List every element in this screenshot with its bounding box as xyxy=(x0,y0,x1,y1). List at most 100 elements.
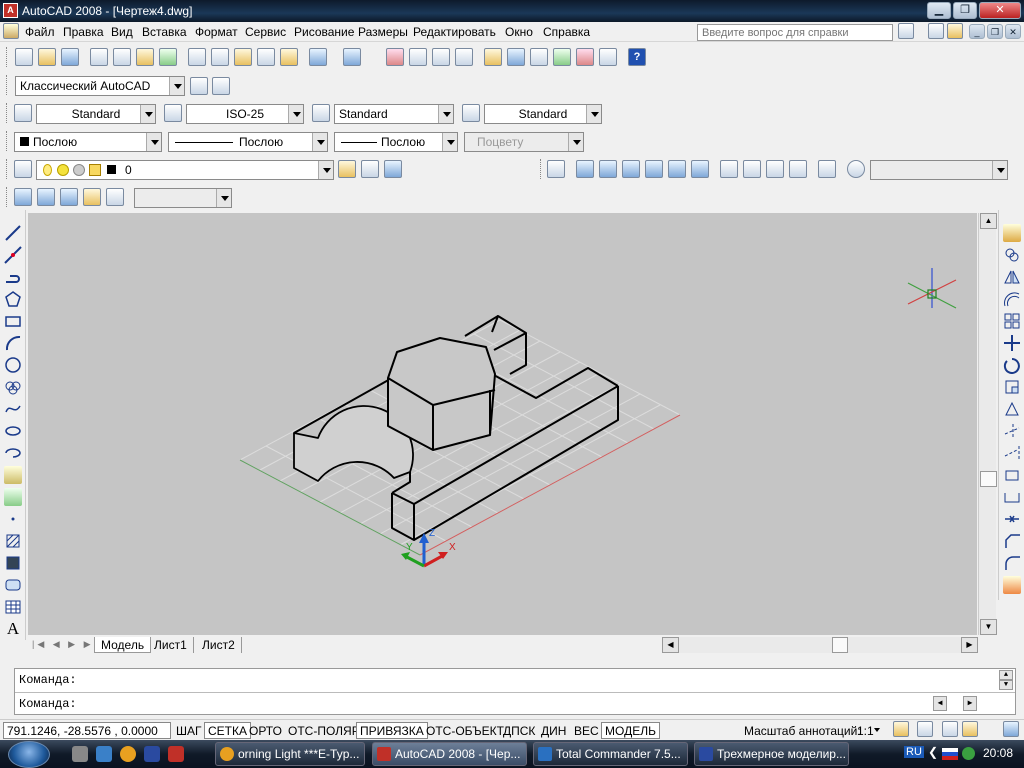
autocad-icon[interactable]: A xyxy=(3,3,18,18)
extend-icon[interactable] xyxy=(1003,444,1021,462)
search-icon[interactable] xyxy=(898,23,914,39)
network-icon[interactable] xyxy=(962,747,975,760)
lineweight-toggle[interactable]: ВЕС xyxy=(570,722,603,739)
coordinates-display[interactable]: 791.1246, -28.5576 , 0.0000 xyxy=(3,722,171,739)
redo-icon[interactable] xyxy=(343,48,361,66)
stretch-icon[interactable] xyxy=(1003,400,1021,418)
tab-layout1[interactable]: Лист1 xyxy=(148,637,194,653)
scroll-right-button[interactable]: ▶ xyxy=(961,637,978,653)
publish-icon[interactable] xyxy=(136,48,154,66)
navigation-icon[interactable] xyxy=(847,160,865,178)
rectangle-icon[interactable] xyxy=(4,312,22,330)
table-style-select[interactable]: Standard xyxy=(334,104,454,124)
drawing-viewport[interactable]: Z X Y xyxy=(28,213,977,635)
text-style-icon[interactable] xyxy=(14,104,32,122)
hatch-icon[interactable] xyxy=(4,532,22,550)
cut-icon[interactable] xyxy=(188,48,206,66)
menu-edit[interactable]: Правка xyxy=(63,25,104,39)
scroll-left-button[interactable]: ◀ xyxy=(662,637,679,653)
toolbar-grip[interactable] xyxy=(6,103,10,123)
copy-object-icon[interactable] xyxy=(1003,246,1021,264)
mleader-style-icon[interactable] xyxy=(462,104,480,122)
workspace-settings-icon[interactable] xyxy=(190,77,208,95)
toolbar-grip[interactable] xyxy=(6,159,10,179)
save-quicklaunch-icon[interactable] xyxy=(144,746,160,762)
lineweight-select[interactable]: Послою xyxy=(334,132,458,152)
task-autocad[interactable]: AutoCAD 2008 - [Чер... xyxy=(372,742,527,766)
chamfer-icon[interactable] xyxy=(1003,532,1021,550)
right-view-icon[interactable] xyxy=(645,160,663,178)
mleader-style-select[interactable]: Standard xyxy=(484,104,602,124)
pan-icon[interactable] xyxy=(386,48,404,66)
zoom-realtime-icon[interactable] xyxy=(409,48,427,66)
command-scroll-left[interactable]: ◀ xyxy=(933,696,947,711)
se-iso-icon[interactable] xyxy=(743,160,761,178)
design-center-icon[interactable] xyxy=(507,48,525,66)
scroll-thumb[interactable] xyxy=(980,471,997,487)
desktop-icon[interactable] xyxy=(72,746,88,762)
toolbar-grip[interactable] xyxy=(6,187,10,207)
layer-previous-icon[interactable] xyxy=(361,160,379,178)
polygon-icon[interactable] xyxy=(4,290,22,308)
properties-icon[interactable] xyxy=(484,48,502,66)
annotation-scale-arrow-icon[interactable] xyxy=(874,728,880,732)
markup-icon[interactable] xyxy=(576,48,594,66)
break-icon[interactable] xyxy=(1003,488,1021,506)
menu-window[interactable]: Окно xyxy=(505,25,533,39)
horizontal-scrollbar[interactable]: ◀ ▶ xyxy=(662,637,978,653)
task-winamp[interactable]: orning Light ***E-Typ... xyxy=(215,742,365,766)
snap-toggle[interactable]: ШАГ xyxy=(172,722,206,739)
menu-tools[interactable]: Сервис xyxy=(245,25,286,39)
layer-unisolate-icon[interactable] xyxy=(37,188,55,206)
otrack-toggle[interactable]: ОТС-ОБЪЕКТ xyxy=(422,722,508,739)
toolbar-grip[interactable] xyxy=(6,75,10,95)
save-workspace-icon[interactable] xyxy=(212,77,230,95)
layer-isolate-icon[interactable] xyxy=(14,188,32,206)
ducs-toggle[interactable]: ДПСК xyxy=(499,722,539,739)
restore-button[interactable]: ❐ xyxy=(953,2,977,19)
task-word[interactable]: Трехмерное моделир... xyxy=(694,742,849,766)
fillet-icon[interactable] xyxy=(1003,554,1021,572)
help-icon[interactable]: ? xyxy=(628,48,646,66)
minimize-button[interactable]: ▁ xyxy=(927,2,951,19)
mirror-icon[interactable] xyxy=(1003,268,1021,286)
browser-icon[interactable] xyxy=(96,746,112,762)
left-view-icon[interactable] xyxy=(622,160,640,178)
quickcalc-icon[interactable] xyxy=(599,48,617,66)
tab-layout2[interactable]: Лист2 xyxy=(196,637,242,653)
arc-icon[interactable] xyxy=(4,334,22,352)
sheet-set-icon[interactable] xyxy=(553,48,571,66)
scroll-up-button[interactable]: ▲ xyxy=(980,213,997,229)
ortho-toggle[interactable]: ОРТО xyxy=(245,722,286,739)
workspace-select[interactable]: Классический AutoCAD xyxy=(15,76,185,96)
gradient-icon[interactable] xyxy=(4,554,22,572)
3d-dwf-icon[interactable] xyxy=(159,48,177,66)
copy-icon[interactable] xyxy=(211,48,229,66)
doc-restore-button[interactable]: ❐ xyxy=(987,24,1003,39)
osnap-toggle[interactable]: ПРИВЯЗКА xyxy=(356,722,428,739)
block-editor-icon[interactable] xyxy=(280,48,298,66)
text-style-select[interactable]: Standard xyxy=(36,104,156,124)
menu-file[interactable]: Файл xyxy=(25,25,55,39)
back-view-icon[interactable] xyxy=(691,160,709,178)
make-block-icon[interactable] xyxy=(4,488,22,506)
spline-icon[interactable] xyxy=(4,400,22,418)
start-button[interactable] xyxy=(8,741,50,768)
chrome-icon[interactable] xyxy=(120,746,136,762)
make-current-layer-icon[interactable] xyxy=(338,160,356,178)
command-scroll-right[interactable]: ▶ xyxy=(963,696,977,711)
toolbar-grip[interactable] xyxy=(540,159,544,179)
camera-icon[interactable] xyxy=(818,160,836,178)
help-search-input[interactable] xyxy=(697,24,893,41)
color-select[interactable]: Послою xyxy=(14,132,162,152)
layer-manager-icon[interactable] xyxy=(14,160,32,178)
point-icon[interactable] xyxy=(4,510,22,528)
paste-icon[interactable] xyxy=(234,48,252,66)
task-total-commander[interactable]: Total Commander 7.5... xyxy=(533,742,688,766)
solid-model[interactable] xyxy=(293,315,619,541)
dim-style-icon[interactable] xyxy=(164,104,182,122)
doc-close-button[interactable]: ✕ xyxy=(1005,24,1021,39)
erase-icon[interactable] xyxy=(1003,224,1021,242)
favorites-icon[interactable] xyxy=(947,23,963,39)
ne-iso-icon[interactable] xyxy=(766,160,784,178)
